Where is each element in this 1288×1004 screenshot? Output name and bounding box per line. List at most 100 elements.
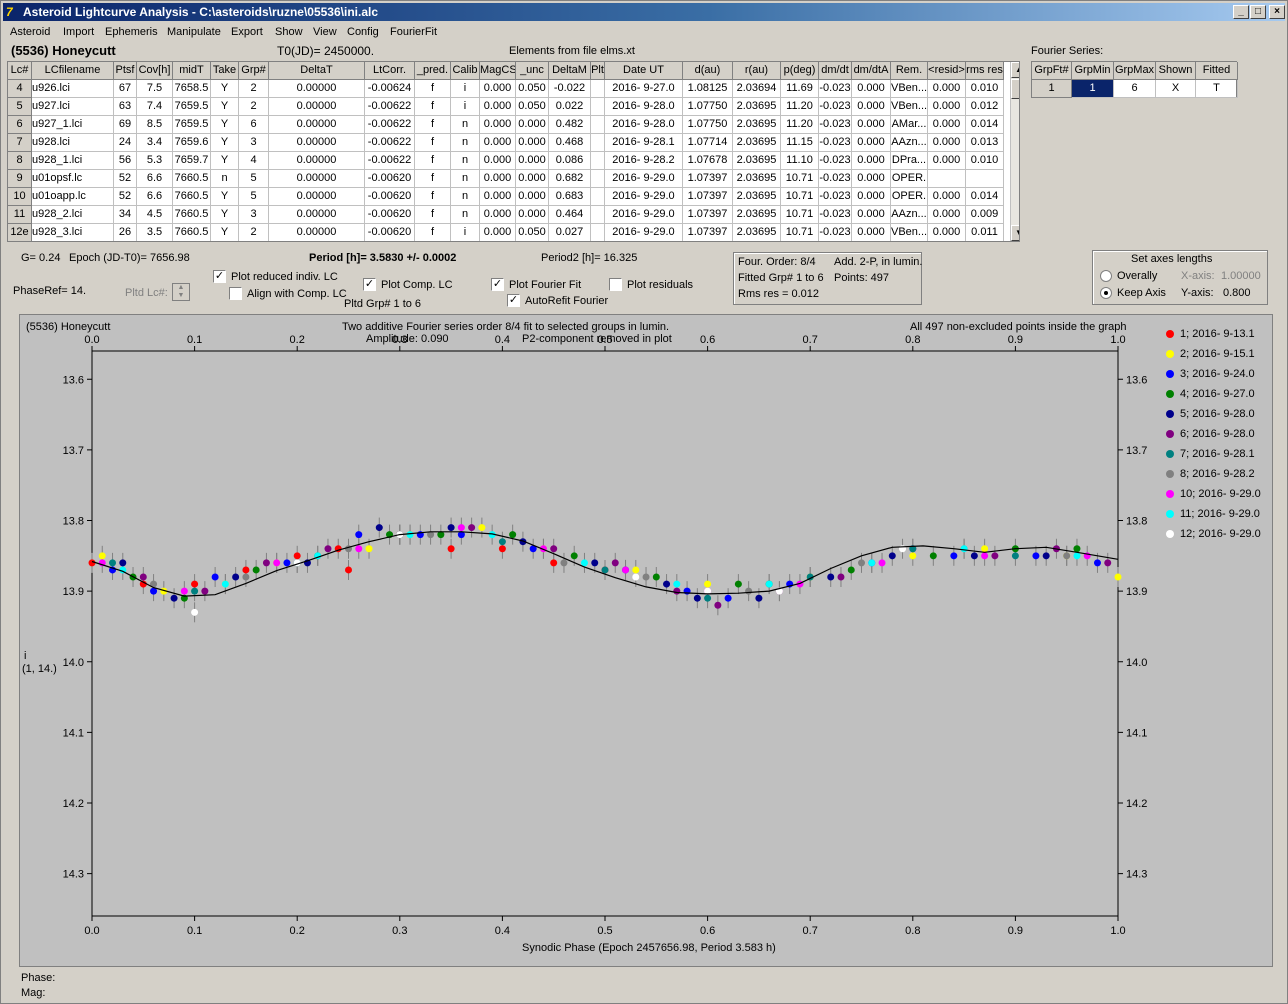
table-cell[interactable]: 2016- 9-28.0 bbox=[605, 98, 683, 116]
table-cell[interactable]: 6.6 bbox=[137, 188, 173, 206]
table-cell[interactable]: 5.3 bbox=[137, 152, 173, 170]
table-cell[interactable]: 0.482 bbox=[549, 116, 591, 134]
table-cell[interactable]: 0.464 bbox=[549, 206, 591, 224]
table-cell[interactable]: Y bbox=[211, 98, 239, 116]
table-cell[interactable]: 2.03695 bbox=[733, 98, 781, 116]
table-cell[interactable]: f bbox=[415, 152, 451, 170]
table-cell[interactable]: 7.5 bbox=[137, 80, 173, 98]
column-header[interactable]: _pred. bbox=[415, 62, 451, 80]
fourier-cell[interactable]: 6 bbox=[1114, 80, 1156, 98]
table-cell[interactable]: -0.023 bbox=[819, 134, 852, 152]
table-cell[interactable]: 2.03695 bbox=[733, 116, 781, 134]
row-header[interactable]: 5 bbox=[8, 98, 32, 116]
table-cell[interactable]: 0.000 bbox=[480, 116, 516, 134]
table-cell[interactable]: 3.4 bbox=[137, 134, 173, 152]
table-cell[interactable]: 6 bbox=[239, 116, 269, 134]
column-header[interactable]: LCfilename bbox=[32, 62, 114, 80]
table-cell[interactable]: 0.000 bbox=[928, 224, 966, 241]
table-cell[interactable]: 11.20 bbox=[781, 98, 819, 116]
fourier-column-header[interactable]: GrpMin bbox=[1072, 62, 1114, 80]
table-cell[interactable]: AAzn... bbox=[891, 206, 928, 224]
table-cell[interactable]: u01opsf.lc bbox=[32, 170, 114, 188]
fourier-cell[interactable]: X bbox=[1156, 80, 1196, 98]
table-cell[interactable]: 1.07397 bbox=[683, 224, 733, 241]
column-header[interactable]: Take bbox=[211, 62, 239, 80]
table-cell[interactable]: AMar... bbox=[891, 116, 928, 134]
table-cell[interactable]: VBen... bbox=[891, 224, 928, 241]
table-cell[interactable]: DPra... bbox=[891, 152, 928, 170]
scroll-up-icon[interactable]: ▲ bbox=[1011, 62, 1019, 78]
table-cell[interactable]: VBen... bbox=[891, 80, 928, 98]
table-cell[interactable]: 2016- 9-28.0 bbox=[605, 116, 683, 134]
column-header[interactable]: r(au) bbox=[733, 62, 781, 80]
table-cell[interactable] bbox=[591, 98, 605, 116]
table-cell[interactable]: i bbox=[451, 98, 480, 116]
table-cell[interactable]: u928_2.lci bbox=[32, 206, 114, 224]
table-cell[interactable]: Y bbox=[211, 224, 239, 241]
table-cell[interactable]: 10.71 bbox=[781, 188, 819, 206]
table-cell[interactable]: 0.000 bbox=[480, 170, 516, 188]
table-cell[interactable]: 2016- 9-29.0 bbox=[605, 188, 683, 206]
table-cell[interactable]: 0.013 bbox=[966, 134, 1004, 152]
table-cell[interactable] bbox=[591, 224, 605, 241]
table-cell[interactable] bbox=[928, 170, 966, 188]
table-cell[interactable]: n bbox=[451, 152, 480, 170]
table-cell[interactable]: f bbox=[415, 134, 451, 152]
table-cell[interactable]: n bbox=[451, 206, 480, 224]
table-cell[interactable]: 56 bbox=[114, 152, 137, 170]
menu-view[interactable]: View bbox=[313, 26, 337, 38]
table-cell[interactable]: 0.000 bbox=[852, 98, 891, 116]
table-cell[interactable]: 2.03695 bbox=[733, 206, 781, 224]
table-cell[interactable]: u928_3.lci bbox=[32, 224, 114, 241]
table-cell[interactable]: 0.000 bbox=[852, 80, 891, 98]
table-cell[interactable]: 24 bbox=[114, 134, 137, 152]
table-cell[interactable]: -0.023 bbox=[819, 116, 852, 134]
plot-comp-checkbox[interactable]: ✓ bbox=[363, 278, 376, 291]
table-cell[interactable]: 0.022 bbox=[549, 98, 591, 116]
table-cell[interactable]: f bbox=[415, 80, 451, 98]
table-cell[interactable]: -0.00622 bbox=[365, 134, 415, 152]
table-cell[interactable]: 2.03694 bbox=[733, 80, 781, 98]
table-cell[interactable]: -0.00620 bbox=[365, 206, 415, 224]
table-cell[interactable]: f bbox=[415, 206, 451, 224]
scroll-down-icon[interactable]: ▼ bbox=[1011, 225, 1019, 241]
table-cell[interactable]: VBen... bbox=[891, 98, 928, 116]
table-cell[interactable]: 11.69 bbox=[781, 80, 819, 98]
table-cell[interactable]: 1.07397 bbox=[683, 170, 733, 188]
table-cell[interactable]: 7660.5 bbox=[173, 224, 211, 241]
row-header[interactable]: 11 bbox=[8, 206, 32, 224]
table-cell[interactable]: AAzn... bbox=[891, 134, 928, 152]
table-cell[interactable]: 0.000 bbox=[516, 188, 549, 206]
table-cell[interactable]: 0.000 bbox=[480, 152, 516, 170]
row-header[interactable]: 6 bbox=[8, 116, 32, 134]
fourier-cell[interactable]: T bbox=[1196, 80, 1238, 98]
table-cell[interactable]: -0.023 bbox=[819, 206, 852, 224]
table-cell[interactable]: 0.010 bbox=[966, 80, 1004, 98]
spin-down-icon[interactable]: ▼ bbox=[173, 292, 189, 300]
table-cell[interactable]: 5 bbox=[239, 188, 269, 206]
column-header[interactable]: dm/dt bbox=[819, 62, 852, 80]
table-cell[interactable]: 0.000 bbox=[516, 134, 549, 152]
table-cell[interactable]: 1.07714 bbox=[683, 134, 733, 152]
fourier-column-header[interactable]: GrpMax bbox=[1114, 62, 1156, 80]
table-cell[interactable] bbox=[966, 170, 1004, 188]
overally-radio[interactable] bbox=[1100, 270, 1112, 282]
table-cell[interactable]: 0.00000 bbox=[269, 224, 365, 241]
menu-ephemeris[interactable]: Ephemeris bbox=[105, 26, 158, 38]
table-cell[interactable]: 0.000 bbox=[852, 116, 891, 134]
table-cell[interactable]: 2016- 9-29.0 bbox=[605, 170, 683, 188]
scroll-thumb[interactable] bbox=[1011, 79, 1019, 99]
table-cell[interactable]: 0.00000 bbox=[269, 206, 365, 224]
column-header[interactable]: Lc# bbox=[8, 62, 32, 80]
table-cell[interactable]: 0.682 bbox=[549, 170, 591, 188]
table-cell[interactable]: 52 bbox=[114, 188, 137, 206]
table-cell[interactable]: 4.5 bbox=[137, 206, 173, 224]
table-cell[interactable]: -0.023 bbox=[819, 170, 852, 188]
table-cell[interactable]: n bbox=[211, 170, 239, 188]
table-cell[interactable]: 4 bbox=[239, 152, 269, 170]
table-cell[interactable]: u01oapp.lc bbox=[32, 188, 114, 206]
table-cell[interactable]: 3 bbox=[239, 134, 269, 152]
table-cell[interactable]: Y bbox=[211, 116, 239, 134]
row-header[interactable]: 12e bbox=[8, 224, 32, 241]
table-cell[interactable]: 0.000 bbox=[928, 206, 966, 224]
